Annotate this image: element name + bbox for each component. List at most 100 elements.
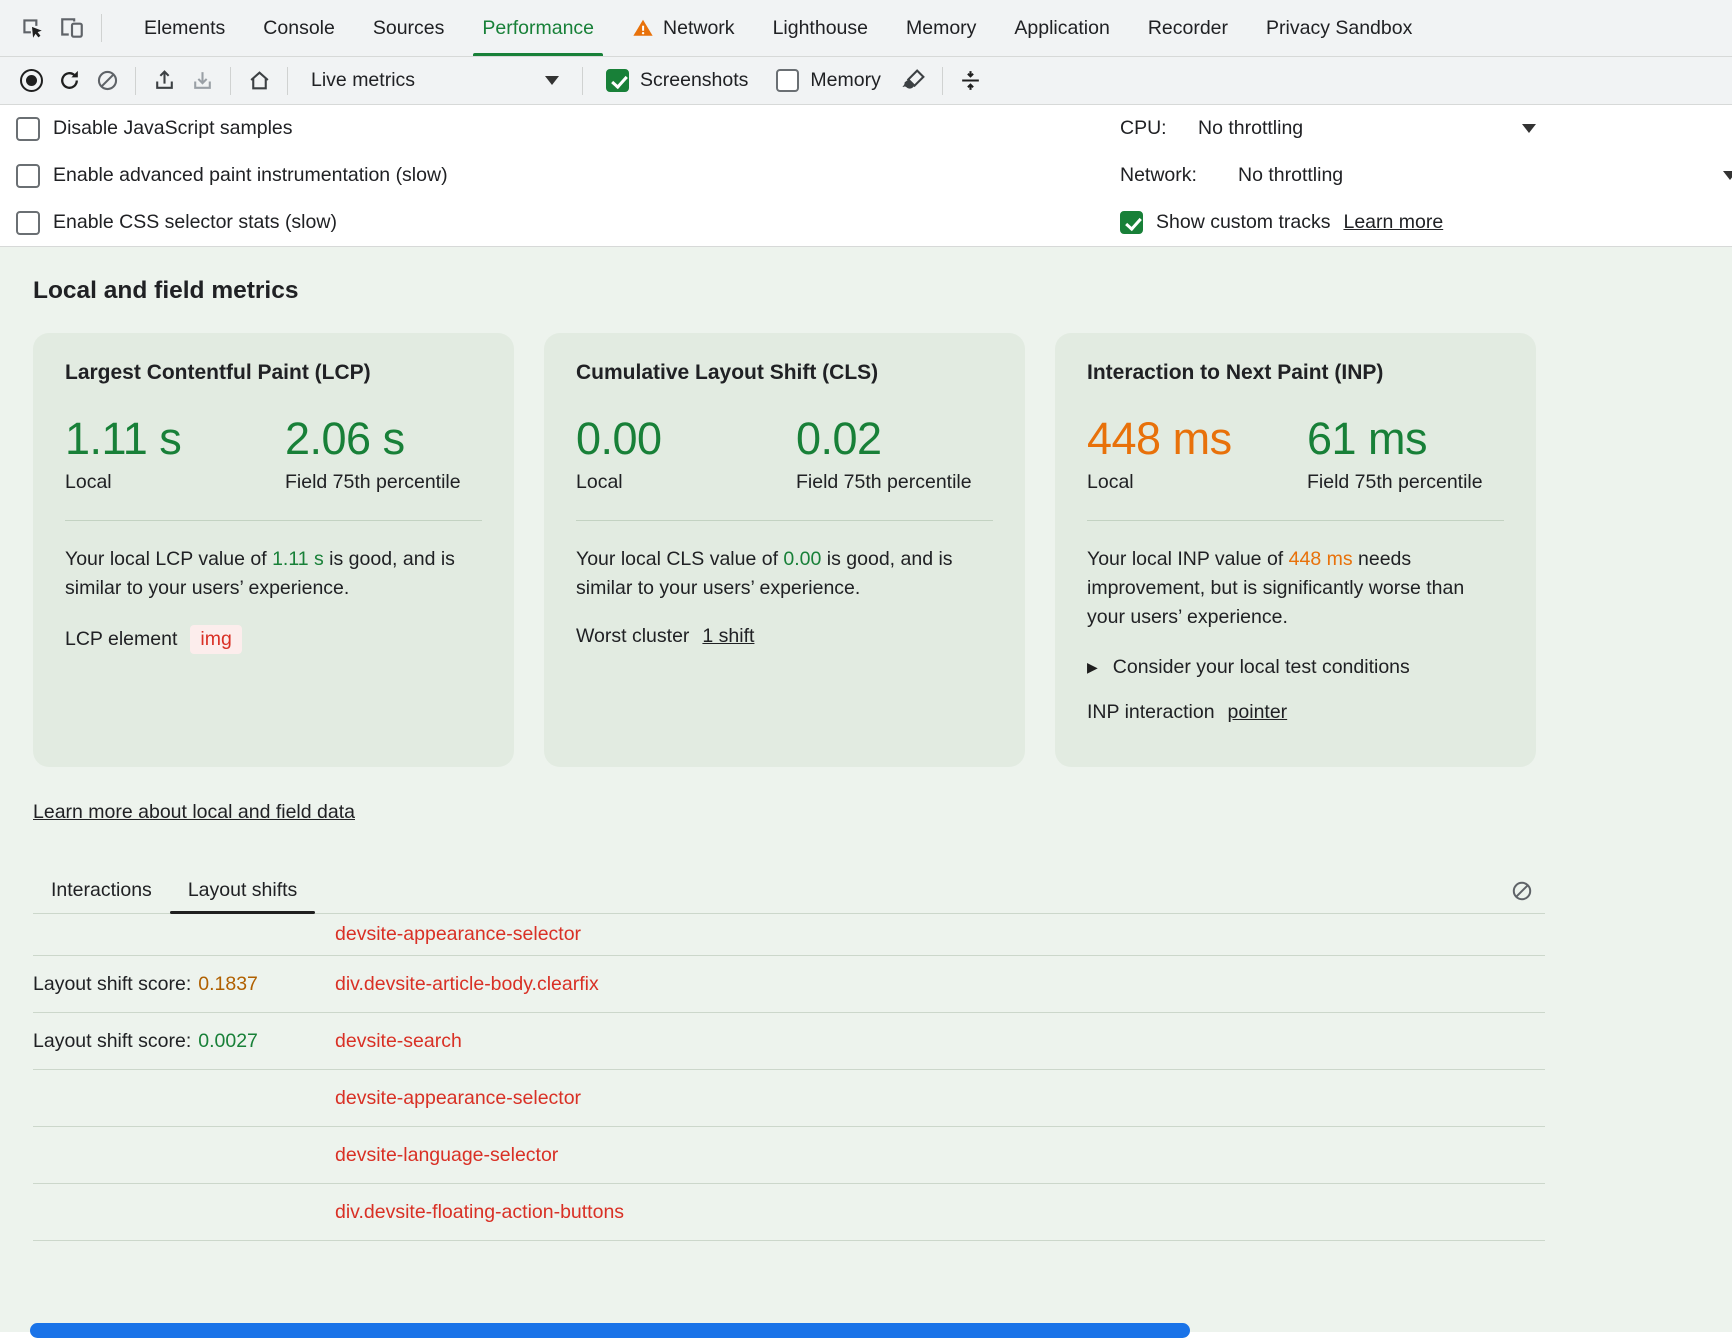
memory-checkbox[interactable]: Memory [762,69,894,92]
panel-heading: Local and field metrics [33,277,1732,305]
card-title: Cumulative Layout Shift (CLS) [576,361,993,385]
local-test-conditions-disclosure[interactable]: ▶ Consider your local test conditions [1087,656,1504,679]
checkbox-unchecked-icon [16,211,40,235]
tab-label: Memory [906,17,976,40]
metric-cards: Largest Contentful Paint (LCP) 1.11 s Lo… [33,333,1536,767]
tab-label: Recorder [1148,17,1228,40]
css-selector-stats-checkbox[interactable]: Enable CSS selector stats (slow) [16,199,1120,246]
layout-shift-row[interactable]: devsite-appearance-selector [33,914,1545,956]
layout-shift-score: Layout shift score: 0.1837 [33,973,335,996]
log-tabs: Interactions Layout shifts [33,868,1545,914]
custom-tracks-learn-more-link[interactable]: Learn more [1343,211,1443,234]
shifted-node-link[interactable]: devsite-search [335,1030,462,1053]
tab-privacy-sandbox[interactable]: Privacy Sandbox [1247,0,1431,56]
description-text: Your local CLS value of [576,548,778,570]
device-toolbar-button[interactable] [52,8,92,48]
local-field-data-learn-more-link[interactable]: Learn more about local and field data [33,801,355,824]
log-tab-label: Interactions [51,879,152,902]
network-label: Network: [1120,164,1238,187]
clear-log-button[interactable] [1503,872,1541,910]
collapse-shortcuts-button[interactable] [952,62,990,100]
record-icon [20,69,43,92]
clear-button[interactable] [88,62,126,100]
toolbar-divider [101,14,102,42]
tab-label: Performance [482,17,594,40]
tab-performance[interactable]: Performance [463,0,613,56]
field-label: Field 75th percentile [285,470,465,495]
record-button[interactable] [12,62,50,100]
checkbox-unchecked-icon [16,164,40,188]
performance-toolbar: Live metrics Screenshots Memory [0,57,1732,105]
checkbox-checked-icon [606,69,629,92]
shifted-node-link[interactable]: devsite-appearance-selector [335,923,581,946]
card-values: 0.00 Local 0.02 Field 75th percentile [576,415,993,496]
worst-cluster-link[interactable]: 1 shift [702,625,754,648]
local-label: Local [1087,470,1307,495]
field-label: Field 75th percentile [1307,470,1487,495]
card-footer: INP interaction pointer [1087,701,1504,724]
layout-shift-row[interactable]: Layout shift score: 0.0027 devsite-searc… [33,1013,1545,1070]
live-metrics-select[interactable]: Live metrics [297,62,573,100]
setting-label: Enable CSS selector stats (slow) [53,211,337,234]
tab-network[interactable]: Network [613,0,754,56]
card-divider [65,520,482,521]
checkbox-unchecked-icon [16,117,40,141]
layout-shift-row[interactable]: devsite-appearance-selector [33,1070,1545,1127]
performance-settings: Disable JavaScript samples Enable advanc… [0,105,1732,246]
layout-shift-row[interactable]: devsite-language-selector [33,1127,1545,1184]
tab-elements[interactable]: Elements [125,0,244,56]
reload-icon [57,68,82,93]
score-value: 0.1837 [198,973,258,996]
network-throttling-select[interactable]: Network: No throttling [1120,152,1732,199]
shifted-node-link[interactable]: devsite-appearance-selector [335,1087,581,1110]
panel-tabs: Elements Console Sources Performance Net… [125,0,1431,56]
toolbar-divider [582,67,583,95]
tab-console[interactable]: Console [244,0,354,56]
disable-js-samples-checkbox[interactable]: Disable JavaScript samples [16,105,1120,152]
card-description: Your local CLS value of 0.00 is good, an… [576,545,993,604]
card-divider [576,520,993,521]
description-value: 1.11 s [272,548,324,570]
shifted-node-link[interactable]: div.devsite-article-body.clearfix [335,973,599,996]
tab-application[interactable]: Application [995,0,1128,56]
reload-and-record-button[interactable] [50,62,88,100]
show-custom-tracks-checkbox[interactable]: Show custom tracks Learn more [1120,199,1732,246]
lcp-element-node-link[interactable]: img [190,625,241,654]
home-button[interactable] [240,62,278,100]
description-value: 0.00 [783,548,821,570]
horizontal-scrollbar-thumb[interactable] [30,1323,1190,1338]
layout-shift-row[interactable]: Layout shift score: 0.1837 div.devsite-a… [33,956,1545,1013]
tab-lighthouse[interactable]: Lighthouse [754,0,887,56]
checkbox-checked-icon [1120,211,1143,234]
worst-cluster-label: Worst cluster [576,625,689,648]
inp-interaction-link[interactable]: pointer [1228,701,1288,724]
tab-layout-shifts[interactable]: Layout shifts [170,868,315,913]
tab-recorder[interactable]: Recorder [1129,0,1247,56]
network-value: No throttling [1238,164,1343,187]
save-profile-button[interactable] [183,62,221,100]
tab-sources[interactable]: Sources [354,0,464,56]
tab-memory[interactable]: Memory [887,0,995,56]
card-footer: Worst cluster 1 shift [576,625,993,648]
memory-label: Memory [810,69,880,92]
clear-icon [95,68,120,93]
local-label: Local [65,470,285,495]
inspect-element-button[interactable] [12,8,52,48]
card-title: Interaction to Next Paint (INP) [1087,361,1504,385]
load-profile-button[interactable] [145,62,183,100]
field-value: 61 ms [1307,415,1487,462]
tab-interactions[interactable]: Interactions [33,868,170,913]
advanced-paint-instrumentation-checkbox[interactable]: Enable advanced paint instrumentation (s… [16,152,1120,199]
gc-button[interactable] [895,62,933,100]
layout-shift-row[interactable]: div.devsite-floating-action-buttons [33,1184,1545,1241]
score-value: 0.0027 [198,1030,258,1053]
screenshots-checkbox[interactable]: Screenshots [592,69,762,92]
cpu-throttling-select[interactable]: CPU: No throttling [1120,105,1732,152]
shifted-node-link[interactable]: div.devsite-floating-action-buttons [335,1201,624,1224]
shifted-node-link[interactable]: devsite-language-selector [335,1144,558,1167]
live-metrics-log: Interactions Layout shifts devsite-appea… [33,868,1545,1241]
score-label: Layout shift score: [33,1030,191,1053]
tab-label: Sources [373,17,445,40]
local-value-column: 0.00 Local [576,415,796,496]
card-values: 1.11 s Local 2.06 s Field 75th percentil… [65,415,482,496]
